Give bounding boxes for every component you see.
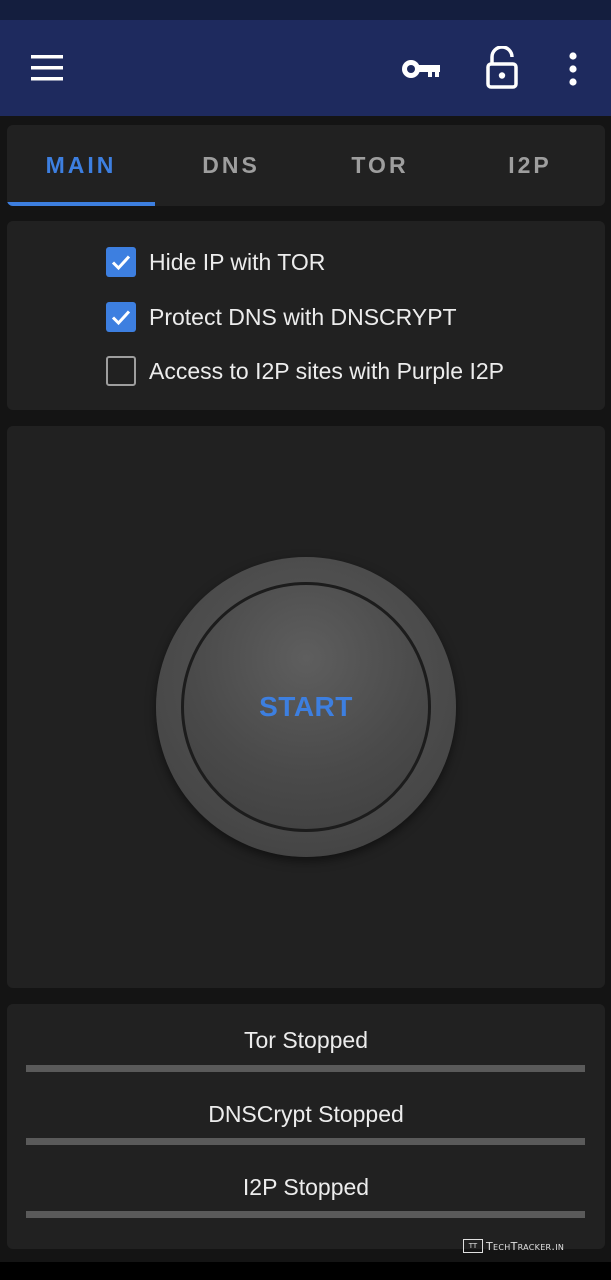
i2p-status: I2P Stopped	[242, 1174, 370, 1200]
watermark: TT TechTracker.in	[463, 1237, 564, 1255]
key-icon[interactable]	[400, 54, 442, 84]
options-panel: Hide IP with TOR Protect DNS with DNSCRY…	[7, 221, 605, 410]
tab-tor[interactable]: TOR	[306, 125, 454, 206]
i2p-access-option[interactable]: Access to I2P sites with Purple I2P	[106, 355, 504, 387]
i2p-progress-bar	[26, 1211, 585, 1218]
more-vertical-icon[interactable]	[560, 48, 586, 90]
tab-bar: MAIN DNS TOR I2P	[7, 125, 605, 206]
i2p-access-label: Access to I2P sites with Purple I2P	[149, 357, 504, 384]
watermark-logo-icon: TT	[463, 1239, 483, 1253]
tab-main[interactable]: MAIN	[7, 125, 155, 206]
menu-icon[interactable]	[28, 50, 68, 86]
hide-ip-label: Hide IP with TOR	[149, 248, 326, 275]
checkmark-icon	[111, 310, 131, 326]
i2p-access-checkbox[interactable]	[106, 356, 136, 386]
status-bar	[0, 0, 611, 20]
protect-dns-option[interactable]: Protect DNS with DNSCRYPT	[106, 301, 457, 333]
checkmark-icon	[111, 255, 131, 271]
tor-progress-bar	[26, 1065, 585, 1072]
tab-i2p[interactable]: I2P	[456, 125, 604, 206]
app-bar	[0, 20, 611, 116]
hide-ip-option[interactable]: Hide IP with TOR	[106, 246, 325, 278]
watermark-text: TechTracker.in	[486, 1239, 565, 1253]
navigation-bar	[0, 1262, 611, 1280]
start-label: START	[259, 691, 353, 722]
protect-dns-checkbox[interactable]	[106, 302, 136, 332]
dnscrypt-status: DNSCrypt Stopped	[208, 1101, 404, 1127]
lock-open-icon[interactable]	[484, 46, 520, 90]
hide-ip-checkbox[interactable]	[106, 247, 136, 277]
start-button[interactable]: START	[181, 582, 431, 832]
tor-status: Tor Stopped	[243, 1027, 369, 1053]
dnscrypt-progress-bar	[26, 1138, 585, 1145]
status-panel: Tor Stopped DNSCrypt Stopped I2P Stopped	[7, 1004, 605, 1249]
control-panel: START	[7, 426, 605, 988]
tab-dns[interactable]: DNS	[157, 125, 305, 206]
protect-dns-label: Protect DNS with DNSCRYPT	[149, 303, 457, 330]
